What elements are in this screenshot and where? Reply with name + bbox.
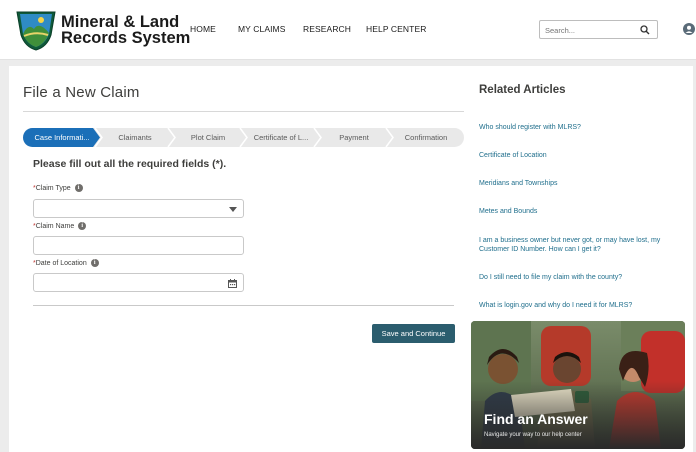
required-fields-note: Please fill out all the required fields …: [33, 158, 227, 170]
step-confirmation[interactable]: Confirmation: [391, 128, 461, 147]
claim-type-select[interactable]: [33, 199, 244, 218]
brand-name[interactable]: Mineral & Land Records System: [61, 13, 191, 47]
claim-name-label-text: Claim Name: [35, 222, 75, 230]
nav-my-claims[interactable]: MY CLAIMS: [238, 24, 286, 34]
find-an-answer-subtitle: Navigate your way to our help center: [484, 432, 582, 438]
article-link[interactable]: I am a business owner but never got, or …: [479, 236, 684, 254]
article-link[interactable]: Metes and Bounds: [479, 207, 684, 216]
nav-help-center[interactable]: HELP CENTER: [366, 24, 426, 34]
article-link[interactable]: Meridians and Townships: [479, 179, 684, 188]
progress-stepper: Case Informati... Claimants Plot Claim C…: [23, 128, 464, 147]
claim-type-label-text: Claim Type: [35, 184, 71, 192]
date-of-location-input[interactable]: [33, 273, 244, 292]
find-an-answer-card[interactable]: [471, 321, 685, 449]
date-of-location-label: *Date of Location i: [33, 259, 99, 267]
article-link[interactable]: Certificate of Location: [479, 151, 684, 160]
top-header: Mineral & Land Records System HOME MY CL…: [0, 0, 696, 60]
form-divider: [33, 305, 454, 306]
step-case-information[interactable]: Case Informati...: [27, 128, 97, 147]
step-payment[interactable]: Payment: [319, 128, 389, 147]
page-title: File a New Claim: [23, 84, 140, 101]
article-link[interactable]: Do I still need to file my claim with th…: [479, 273, 684, 282]
article-link[interactable]: Who should register with MLRS?: [479, 123, 684, 132]
search-icon[interactable]: [640, 25, 650, 35]
claim-type-label: *Claim Type i: [33, 184, 83, 192]
blm-logo[interactable]: [15, 9, 57, 51]
related-articles-title: Related Articles: [479, 84, 566, 96]
claim-name-label: *Claim Name i: [33, 222, 87, 230]
search-input[interactable]: [545, 24, 635, 36]
step-plot-claim[interactable]: Plot Claim: [173, 128, 243, 147]
brand-line-1: Mineral & Land: [61, 13, 180, 31]
nav-research[interactable]: RESEARCH: [303, 24, 351, 34]
title-divider: [23, 111, 464, 112]
find-an-answer-title: Find an Answer: [484, 411, 588, 427]
search-box[interactable]: [539, 20, 658, 39]
calendar-icon[interactable]: [228, 279, 237, 288]
article-link[interactable]: What is login.gov and why do I need it f…: [479, 301, 684, 310]
user-avatar-icon[interactable]: [683, 23, 695, 35]
info-icon[interactable]: i: [78, 222, 87, 230]
chevron-down-icon[interactable]: [229, 207, 237, 212]
claim-name-input[interactable]: [33, 236, 244, 255]
brand-line-2: Records System: [61, 29, 191, 47]
step-claimants[interactable]: Claimants: [101, 128, 169, 147]
save-and-continue-button[interactable]: Save and Continue: [372, 324, 455, 343]
date-of-location-label-text: Date of Location: [35, 259, 87, 267]
nav-home[interactable]: HOME: [190, 24, 216, 34]
step-certificate-of-location[interactable]: Certificate of L...: [245, 128, 317, 147]
info-icon[interactable]: i: [74, 184, 83, 192]
hikers-photo: [471, 321, 685, 449]
info-icon[interactable]: i: [90, 259, 99, 267]
